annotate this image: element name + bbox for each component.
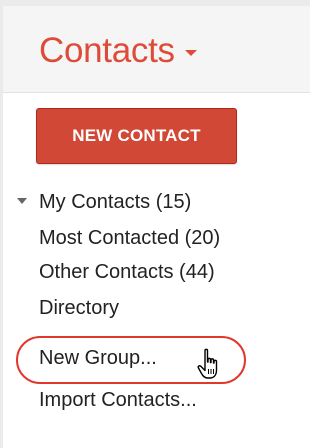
hand-cursor-icon — [197, 348, 218, 379]
expand-collapse-caret-icon[interactable] — [17, 198, 27, 204]
new-contact-button[interactable]: NEW CONTACT — [36, 108, 237, 164]
nav-item-most-contacted[interactable]: Most Contacted (20) — [39, 225, 220, 251]
nav-item-directory[interactable]: Directory — [39, 295, 119, 321]
caret-down-icon — [184, 50, 197, 56]
app-switcher-menu[interactable]: Contacts — [39, 31, 197, 71]
app-header: Contacts — [3, 6, 310, 93]
nav-item-import-contacts[interactable]: Import Contacts... — [39, 387, 197, 413]
nav-item-my-contacts[interactable]: My Contacts (15) — [39, 189, 191, 215]
contacts-sidebar: Contacts NEW CONTACT My Contacts (15) Mo… — [0, 0, 310, 448]
nav-item-other-contacts[interactable]: Other Contacts (44) — [39, 259, 215, 285]
app-title: Contacts — [39, 31, 175, 70]
